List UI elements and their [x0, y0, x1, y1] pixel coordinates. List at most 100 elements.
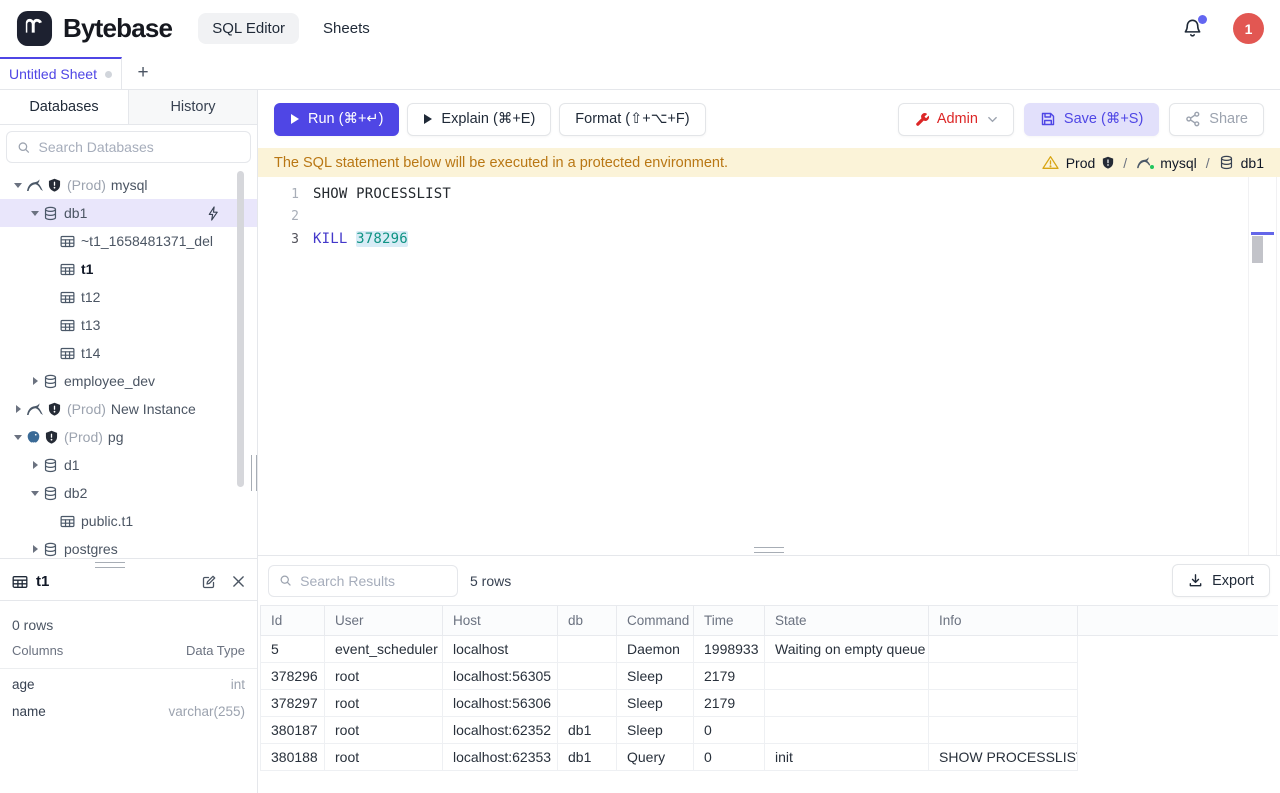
results-search-input[interactable] [300, 573, 447, 589]
run-button[interactable]: Run (⌘+↵) [274, 103, 399, 136]
sidebar-resize-handle[interactable] [251, 455, 257, 491]
cell[interactable] [929, 717, 1078, 744]
cell[interactable]: 2179 [694, 663, 765, 690]
cell[interactable]: Query [617, 744, 694, 771]
cell[interactable]: Waiting on empty queue [765, 636, 929, 663]
breadcrumb-instance[interactable]: mysql [1160, 155, 1197, 171]
cell[interactable]: 380188 [261, 744, 325, 771]
cell[interactable] [558, 690, 617, 717]
sheet-tab-untitled[interactable]: Untitled Sheet [0, 57, 122, 89]
sidebar-scrollbar[interactable] [237, 171, 244, 487]
cell[interactable]: SHOW PROCESSLIST [929, 744, 1078, 771]
column-header-time[interactable]: Time [694, 606, 765, 636]
table-row[interactable]: 5event_schedulerlocalhost Daemon1998933Wa… [261, 636, 1279, 663]
table-row[interactable]: 378296rootlocalhost:56305Sleep2179 [261, 663, 1279, 690]
tree-item-db2[interactable]: db2 [0, 479, 257, 507]
avatar[interactable]: 1 [1233, 13, 1264, 44]
cell[interactable]: 5 [261, 636, 325, 663]
results-search-box[interactable] [268, 565, 458, 597]
column-header-host[interactable]: Host [443, 606, 558, 636]
database-search-box[interactable] [6, 131, 251, 163]
column-header-db[interactable]: db [558, 606, 617, 636]
tree-item-d1[interactable]: d1 [0, 451, 257, 479]
cell[interactable]: localhost:56305 [443, 663, 558, 690]
cell[interactable]: db1 [558, 717, 617, 744]
close-icon[interactable] [232, 575, 245, 588]
column-header-id[interactable]: Id [261, 606, 325, 636]
cell[interactable]: localhost:62353 [443, 744, 558, 771]
caret-right-icon[interactable] [27, 461, 43, 469]
table-row[interactable]: 378297rootlocalhost:56306 Sleep2179 [261, 690, 1279, 717]
cell[interactable] [765, 663, 929, 690]
cell[interactable]: Sleep [617, 690, 694, 717]
caret-down-icon[interactable] [27, 211, 43, 216]
database-search-input[interactable] [39, 139, 240, 155]
caret-right-icon[interactable] [27, 377, 43, 385]
cell[interactable]: init [765, 744, 929, 771]
caret-down-icon[interactable] [10, 435, 26, 440]
schema-panel-resize-handle[interactable] [95, 562, 125, 568]
cell[interactable] [929, 636, 1078, 663]
tree-item-public-t1[interactable]: public.t1 [0, 507, 257, 535]
bell-icon[interactable] [1182, 18, 1203, 39]
tree-item-postgres[interactable]: postgres [0, 535, 257, 558]
cell[interactable] [765, 690, 929, 717]
lightning-icon[interactable] [207, 206, 219, 221]
tab-history[interactable]: History [129, 90, 257, 124]
tree-item-t1[interactable]: t1 [0, 255, 257, 283]
share-button[interactable]: Share [1169, 103, 1264, 136]
cell[interactable]: 0 [694, 744, 765, 771]
cell[interactable]: root [325, 744, 443, 771]
cell[interactable] [929, 690, 1078, 717]
cell[interactable]: db1 [558, 744, 617, 771]
cell[interactable]: root [325, 663, 443, 690]
cell[interactable] [558, 663, 617, 690]
cell[interactable]: localhost [443, 636, 558, 663]
sql-editor[interactable]: 1SHOW PROCESSLIST23KILL 378296 [258, 177, 1280, 555]
cell[interactable]: root [325, 717, 443, 744]
tree-item-pg[interactable]: (Prod)pg [0, 423, 257, 451]
tree-item-db1[interactable]: db1 [0, 199, 257, 227]
tree-item-employee-dev[interactable]: employee_dev [0, 367, 257, 395]
caret-right-icon[interactable] [27, 545, 43, 553]
tree-item-t14[interactable]: t14 [0, 339, 257, 367]
cell[interactable] [558, 636, 617, 663]
cell[interactable]: root [325, 690, 443, 717]
format-button[interactable]: Format (⇧+⌥+F) [559, 103, 705, 136]
editor-scrollbar-thumb[interactable] [1252, 236, 1263, 263]
code-line[interactable]: 1SHOW PROCESSLIST [258, 183, 1280, 206]
export-button[interactable]: Export [1172, 564, 1270, 597]
save-button[interactable]: Save (⌘+S) [1024, 103, 1159, 136]
cell[interactable]: 0 [694, 717, 765, 744]
cell[interactable]: 2179 [694, 690, 765, 717]
new-sheet-button[interactable]: + [122, 57, 164, 89]
column-header-state[interactable]: State [765, 606, 929, 636]
tree-item-new-instance[interactable]: (Prod)New Instance [0, 395, 257, 423]
code-line[interactable]: 2 [258, 206, 1280, 229]
table-row[interactable]: 380188rootlocalhost:62353db1Query0initSH… [261, 744, 1279, 771]
tree-item-mysql[interactable]: (Prod)mysql [0, 171, 257, 199]
breadcrumb-database[interactable]: db1 [1241, 155, 1264, 171]
cell[interactable]: 1998933 [694, 636, 765, 663]
cell[interactable]: Daemon [617, 636, 694, 663]
results-resize-handle[interactable] [754, 547, 784, 553]
edit-icon[interactable] [201, 574, 217, 590]
breadcrumb-environment[interactable]: Prod [1066, 155, 1096, 171]
caret-down-icon[interactable] [10, 183, 26, 188]
cell[interactable]: 378297 [261, 690, 325, 717]
tree-item-t13[interactable]: t13 [0, 311, 257, 339]
nav-sql-editor[interactable]: SQL Editor [198, 13, 299, 44]
admin-mode-button[interactable]: Admin [898, 103, 1014, 136]
explain-button[interactable]: Explain (⌘+E) [407, 103, 551, 136]
code-line[interactable]: 3KILL 378296 [258, 228, 1280, 251]
cell[interactable]: 378296 [261, 663, 325, 690]
cell[interactable] [765, 717, 929, 744]
cell[interactable]: event_scheduler [325, 636, 443, 663]
cell[interactable]: 380187 [261, 717, 325, 744]
column-header-info[interactable]: Info [929, 606, 1078, 636]
tree-item-t1-1658481371-del[interactable]: ~t1_1658481371_del [0, 227, 257, 255]
column-header-user[interactable]: User [325, 606, 443, 636]
cell[interactable]: Sleep [617, 717, 694, 744]
cell[interactable] [929, 663, 1078, 690]
cell[interactable]: localhost:56306 [443, 690, 558, 717]
